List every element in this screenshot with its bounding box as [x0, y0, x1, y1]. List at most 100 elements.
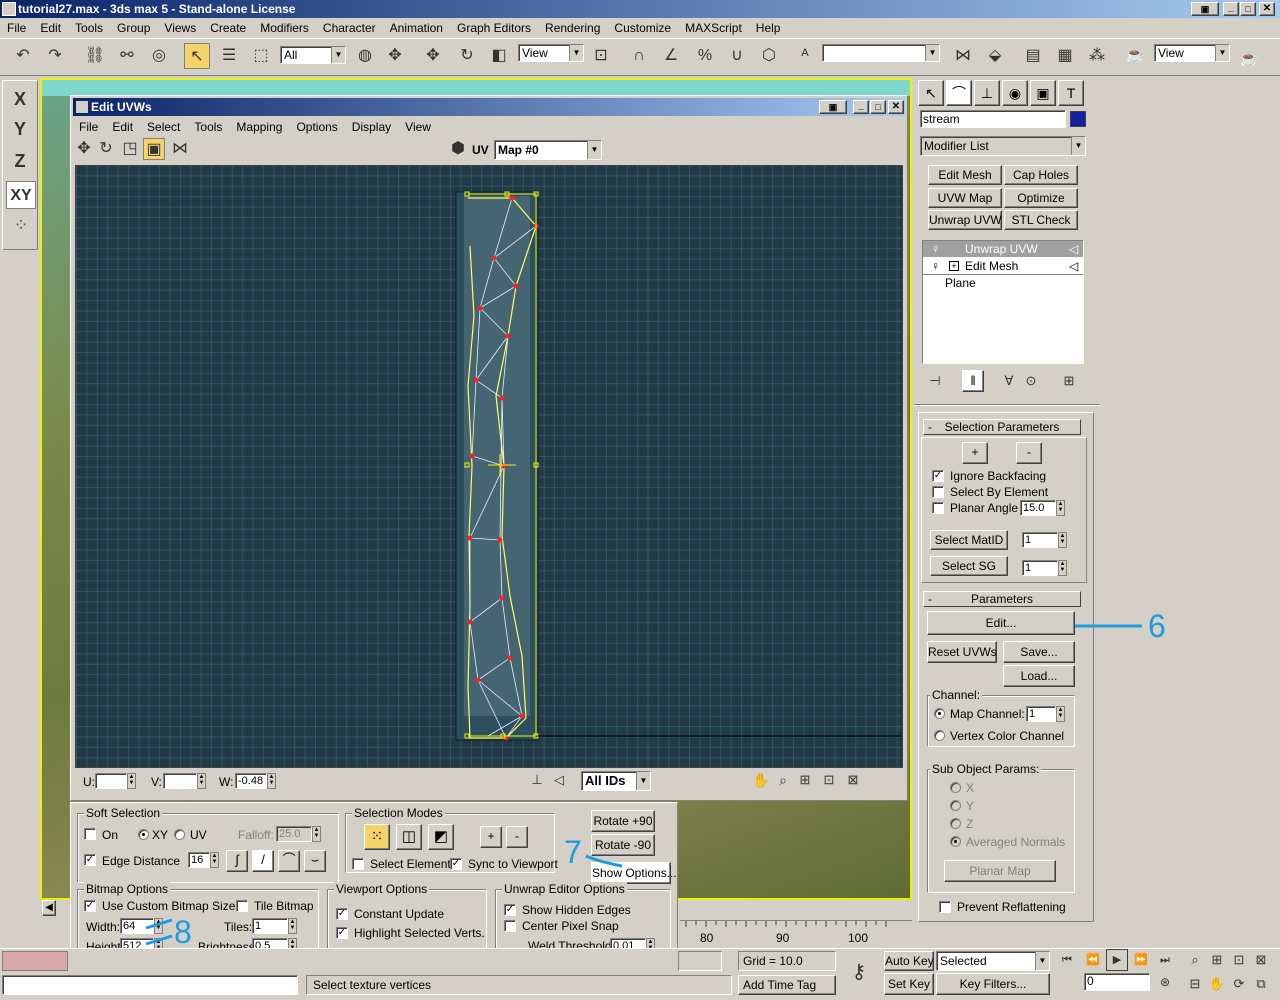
link-icon[interactable]: ⛓: [82, 43, 108, 69]
menu-animation[interactable]: Animation: [390, 21, 443, 35]
render-scene-icon[interactable]: ☕: [1122, 43, 1148, 69]
axis-z-button[interactable]: Z: [7, 151, 33, 175]
edit-button[interactable]: Edit...: [927, 611, 1075, 635]
maxscript-input[interactable]: [2, 975, 298, 995]
falloff-spinner[interactable]: ▲ ▼: [312, 826, 321, 842]
bulb-icon[interactable]: ♀: [931, 258, 940, 274]
width-spinner[interactable]: ▲ ▼: [154, 918, 163, 934]
modify-tab-icon[interactable]: ⌒: [946, 80, 972, 106]
select-sg-button[interactable]: Select SG: [930, 556, 1008, 576]
create-tab-icon[interactable]: ↖: [918, 80, 944, 106]
menu-file[interactable]: File: [7, 21, 26, 35]
center-pixel-snap-checkbox[interactable]: [504, 920, 516, 932]
show-end-result-icon[interactable]: ‖: [962, 370, 984, 392]
z-radio[interactable]: [950, 818, 961, 829]
width-field[interactable]: 64: [120, 918, 154, 934]
uvw-menu-file[interactable]: File: [79, 120, 98, 134]
map-dropdown[interactable]: Map #0 ▼: [494, 140, 602, 160]
auto-key-button[interactable]: Auto Key: [884, 951, 934, 971]
v-field[interactable]: [163, 773, 197, 789]
menu-character[interactable]: Character: [323, 21, 376, 35]
object-color-swatch[interactable]: [1070, 111, 1086, 127]
close-button[interactable]: ✕: [1259, 2, 1275, 16]
key-icon[interactable]: ⚷: [844, 957, 874, 987]
zoom-region-icon[interactable]: ⊞: [795, 770, 815, 790]
soft-on-checkbox[interactable]: [84, 828, 96, 840]
zoom-selected-icon[interactable]: ⊠: [843, 770, 863, 790]
select-by-element-checkbox[interactable]: [932, 486, 944, 498]
selection-filter-dropdown[interactable]: All ▼: [280, 46, 346, 64]
edge-distance-spinner[interactable]: ▲ ▼: [210, 852, 219, 868]
goto-start-icon[interactable]: ⏮: [1056, 949, 1078, 971]
falloff-field[interactable]: 25.0: [276, 826, 312, 842]
select-scale-icon[interactable]: ◧: [486, 43, 512, 69]
mod-stl-check-button[interactable]: STL Check: [1004, 210, 1078, 230]
save-button[interactable]: Save...: [1003, 641, 1075, 663]
menu-modifiers[interactable]: Modifiers: [260, 21, 309, 35]
w-spinner[interactable]: ▲ ▼: [267, 773, 276, 789]
x-radio[interactable]: [950, 782, 961, 793]
matid-field[interactable]: 1: [1022, 532, 1058, 548]
select-element-checkbox[interactable]: [352, 858, 364, 870]
map-channel-spinner[interactable]: ▲ ▼: [1056, 706, 1065, 722]
map-channel-radio[interactable]: [934, 708, 945, 719]
arc-rotate-icon[interactable]: ⟳: [1228, 973, 1250, 995]
face-mode-button[interactable]: ◩: [428, 824, 454, 850]
axis-xy-button[interactable]: XY: [6, 181, 36, 209]
key-selection-dropdown[interactable]: Selected ▼: [936, 951, 1050, 971]
menu-customize[interactable]: Customize: [614, 21, 671, 35]
sel-expand-button[interactable]: +: [962, 442, 988, 464]
vertex-mode-button[interactable]: ⁙: [364, 824, 390, 850]
freeform-icon[interactable]: ▣: [143, 138, 165, 160]
expand-selection-button[interactable]: +: [480, 826, 502, 848]
sg-spinner[interactable]: ▲ ▼: [1058, 560, 1067, 576]
scale-icon[interactable]: ◳: [119, 138, 141, 160]
pivot-center-icon[interactable]: ⊡: [588, 43, 614, 69]
uvw-menu-select[interactable]: Select: [147, 120, 180, 134]
xy-radio[interactable]: [138, 829, 149, 840]
stack-item-unwrap[interactable]: ♀ Unwrap UVW ◁: [923, 241, 1083, 257]
ref-coord-dropdown[interactable]: View ▼: [518, 44, 584, 62]
menu-edit[interactable]: Edit: [40, 21, 61, 35]
rotate-minus-90-button[interactable]: Rotate -90: [591, 834, 655, 856]
play-icon[interactable]: ▶: [1106, 949, 1128, 971]
mdi-restore-button[interactable]: ▣: [1191, 2, 1219, 16]
vertex-color-radio[interactable]: [934, 730, 945, 741]
menu-tools[interactable]: Tools: [75, 21, 103, 35]
uvw-menu-view[interactable]: View: [405, 120, 431, 134]
edge-distance-checkbox[interactable]: ✓: [84, 854, 96, 866]
averaged-normals-radio[interactable]: [950, 836, 961, 847]
select-rotate-icon[interactable]: ↻: [454, 43, 480, 69]
zoom-all-icon[interactable]: ⊞: [1206, 949, 1228, 971]
parameters-header[interactable]: - Parameters: [923, 591, 1081, 607]
tile-bitmap-checkbox[interactable]: [236, 900, 248, 912]
uvw-restore-button[interactable]: ▣: [819, 100, 847, 114]
pan-view-icon[interactable]: ✋: [1206, 973, 1228, 995]
edit-named-sel-icon[interactable]: ᴬ: [792, 43, 818, 69]
utilities-tab-icon[interactable]: T: [1058, 80, 1084, 106]
object-name-field[interactable]: stream: [920, 110, 1066, 128]
uvw-menu-tools[interactable]: Tools: [194, 120, 222, 134]
load-button[interactable]: Load...: [1003, 665, 1075, 687]
falloff-linear-button[interactable]: /: [252, 850, 274, 872]
mod-unwrap-uvw-button[interactable]: Unwrap UVW: [928, 210, 1002, 230]
falloff-smooth-button[interactable]: ∫: [226, 850, 248, 872]
pin-stack-icon[interactable]: ⊣: [924, 370, 946, 392]
mirror-icon[interactable]: ⋈: [950, 43, 976, 69]
u-spinner[interactable]: ▲ ▼: [127, 773, 136, 789]
material-editor-icon[interactable]: ⁂: [1084, 43, 1110, 69]
planar-angle-field[interactable]: 15.0: [1020, 500, 1056, 516]
show-map-icon[interactable]: ⬢: [447, 138, 469, 160]
uvw-maximize-button[interactable]: □: [870, 100, 886, 114]
add-time-tag-button[interactable]: Add Time Tag: [738, 975, 836, 995]
ignore-backfacing-checkbox[interactable]: ✓: [932, 470, 944, 482]
menu-help[interactable]: Help: [756, 21, 781, 35]
window-crossing-icon[interactable]: ◍: [352, 43, 378, 69]
menu-create[interactable]: Create: [210, 21, 246, 35]
planar-angle-checkbox[interactable]: [932, 502, 944, 514]
select-by-name-icon[interactable]: ☰: [216, 43, 242, 69]
motion-tab-icon[interactable]: ◉: [1002, 80, 1028, 106]
sel-contract-button[interactable]: -: [1016, 442, 1042, 464]
menu-group[interactable]: Group: [117, 21, 150, 35]
zoom-extents-all-icon[interactable]: ⊠: [1250, 949, 1272, 971]
